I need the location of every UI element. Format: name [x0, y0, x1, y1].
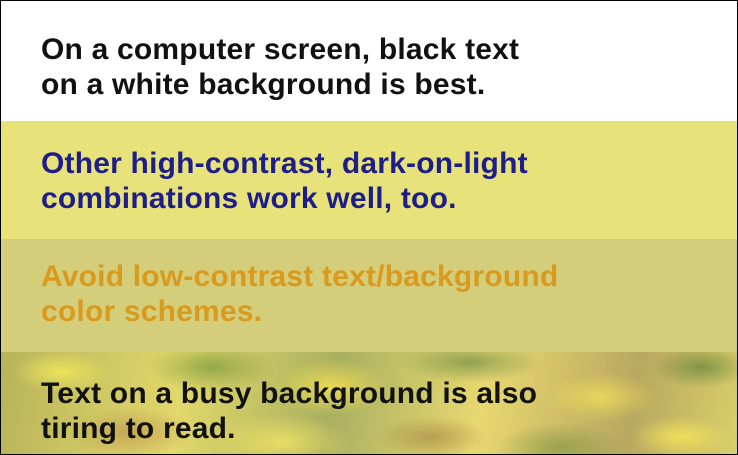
band-text-line: on a white background is best. [41, 68, 486, 101]
example-band-busy-background: Text on a busy background is also tiring… [1, 352, 737, 454]
band-text-line: Other high-contrast, dark-on-light [41, 147, 528, 180]
example-band-black-on-white: On a computer screen, black text on a wh… [1, 1, 737, 121]
band-text-line: On a computer screen, black text [41, 33, 520, 66]
band-text-line: combinations work well, too. [41, 182, 457, 215]
band-text-line: Avoid low-contrast text/background [41, 260, 559, 293]
example-band-low-contrast: Avoid low-contrast text/background color… [1, 239, 737, 352]
band-text-line: color schemes. [41, 295, 263, 328]
band-text-line: Text on a busy background is also [41, 377, 538, 410]
band-text-line: tiring to read. [41, 412, 236, 445]
contrast-examples-figure: On a computer screen, black text on a wh… [0, 0, 738, 455]
example-band-dark-on-light: Other high-contrast, dark-on-light combi… [1, 121, 737, 239]
